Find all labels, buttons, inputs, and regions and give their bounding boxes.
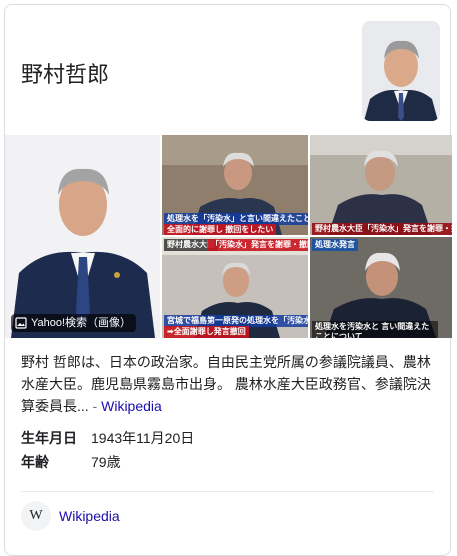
news-caption: 野村農水大臣「汚染水」発言を謝罪・撤回 [312, 223, 452, 235]
image-source-label: Yahoo!検索（画像） [31, 317, 132, 329]
wikipedia-icon: W [21, 501, 51, 531]
knowledge-panel: 野村哲郎 Yahoo!検索（画像） 処理水を「汚染水」と言い間違えたこと 全面的… [4, 4, 452, 556]
fact-value: 1943年11月20日 [91, 430, 195, 446]
fact-row-birthdate: 生年月日 1943年11月20日 [21, 427, 194, 449]
entity-title: 野村哲郎 [21, 62, 110, 87]
news-caption: 処理水を汚染水と 言い間違えたことについて [312, 321, 438, 338]
entity-description: 野村 哲郎は、日本の政治家。自由民主党所属の参議院議員、農林水産大臣。鹿児島県霧… [21, 351, 436, 417]
news-photo-4[interactable]: 処理水発言 処理水を汚染水と 言い間違えたことについて [310, 237, 452, 338]
fact-label[interactable]: 年齢 [21, 451, 91, 473]
news-photo-2[interactable]: 野村農水大臣「汚染水」発言を謝罪・撤回 [310, 135, 452, 235]
fact-value: 79歳 [91, 454, 121, 470]
description-text: 野村 哲郎は、日本の政治家。自由民主党所属の参議院議員、農林水産大臣。鹿児島県霧… [21, 354, 431, 414]
news-photo-1[interactable]: 処理水を「汚染水」と言い間違えたことについて 全面的に謝罪し 撤回をしたい [162, 135, 308, 235]
news-photo-3[interactable]: 野村農水大臣 「汚染水」発言を謝罪・撤回 宮城で福島第一原発の処理水を「汚染水」… [162, 237, 308, 338]
image-icon [15, 317, 27, 329]
news-caption: 処理水発言 [312, 239, 358, 251]
news-caption: ➡全面謝罪し発言撤回 [164, 326, 249, 338]
image-source-badge[interactable]: Yahoo!検索（画像） [11, 314, 137, 332]
profile-link-wikipedia[interactable]: W Wikipedia [21, 501, 120, 531]
divider [21, 491, 434, 492]
news-caption: 全面的に謝罪し 撤回をしたい [164, 224, 277, 235]
description-separator: - [88, 398, 102, 414]
news-caption: 「汚染水」発言を謝罪・撤回 [208, 239, 308, 251]
image-mosaic: Yahoo!検索（画像） 処理水を「汚染水」と言い間違えたことについて 全面的に… [5, 135, 452, 338]
portrait-thumbnail[interactable] [362, 21, 440, 121]
fact-row-age: 年齢 79歳 [21, 451, 121, 473]
main-photo[interactable]: Yahoo!検索（画像） [5, 135, 160, 338]
fact-label[interactable]: 生年月日 [21, 427, 91, 449]
profile-link-label[interactable]: Wikipedia [59, 508, 120, 524]
wikipedia-source-link[interactable]: Wikipedia [101, 398, 162, 414]
